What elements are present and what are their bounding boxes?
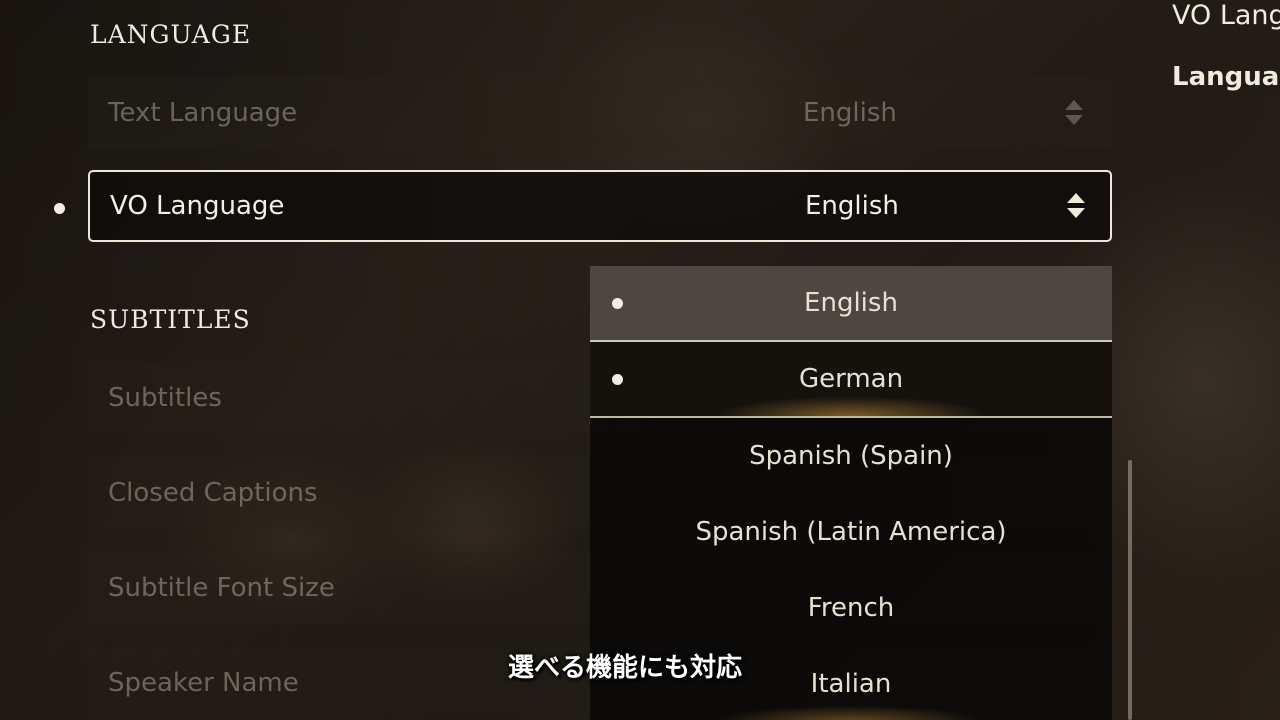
option-label: Text Language: [108, 98, 298, 128]
option-label: VO Language: [110, 191, 285, 221]
option-label: Closed Captions: [108, 478, 318, 508]
side-panel-title: VO Lang: [1172, 0, 1280, 31]
focus-dot-icon: [54, 203, 65, 214]
option-text: Spanish (Spain): [749, 441, 953, 471]
selected-dot-icon: [612, 297, 623, 309]
option-value: English: [803, 98, 897, 128]
option-row-text-language[interactable]: Text Language English: [88, 77, 1112, 149]
dropdown-option-english[interactable]: English: [590, 266, 1112, 342]
side-panel-subtitle: Languag: [1172, 62, 1280, 92]
option-label: Subtitles: [108, 383, 222, 413]
up-down-arrows-icon: [1064, 98, 1084, 128]
focus-dot-icon: [612, 373, 623, 385]
option-text: English: [804, 288, 898, 318]
dropdown-option-spanish-latin-america[interactable]: Spanish (Latin America): [590, 494, 1112, 570]
dropdown-option-german[interactable]: German: [590, 342, 1112, 418]
section-title-language: LANGUAGE: [90, 20, 252, 49]
option-text: Spanish (Latin America): [695, 517, 1007, 547]
dropdown-option-spanish-spain[interactable]: Spanish (Spain): [590, 418, 1112, 494]
option-row-vo-language[interactable]: VO Language English: [88, 170, 1112, 242]
section-title-subtitles: SUBTITLES: [90, 305, 251, 334]
options-screen: LANGUAGE Text Language English VO Langua…: [0, 0, 1280, 720]
up-down-arrows-icon[interactable]: [1066, 191, 1086, 221]
option-text: Italian: [810, 669, 892, 699]
option-value: English: [805, 191, 899, 221]
option-label: Subtitle Font Size: [108, 573, 335, 603]
dropdown-scrollbar[interactable]: [1128, 460, 1132, 720]
option-text: French: [807, 593, 895, 623]
option-label: Speaker Name: [108, 668, 299, 698]
option-text: German: [798, 364, 904, 394]
dropdown-option-french[interactable]: French: [590, 570, 1112, 646]
video-caption: 選べる機能にも対応: [508, 653, 743, 683]
